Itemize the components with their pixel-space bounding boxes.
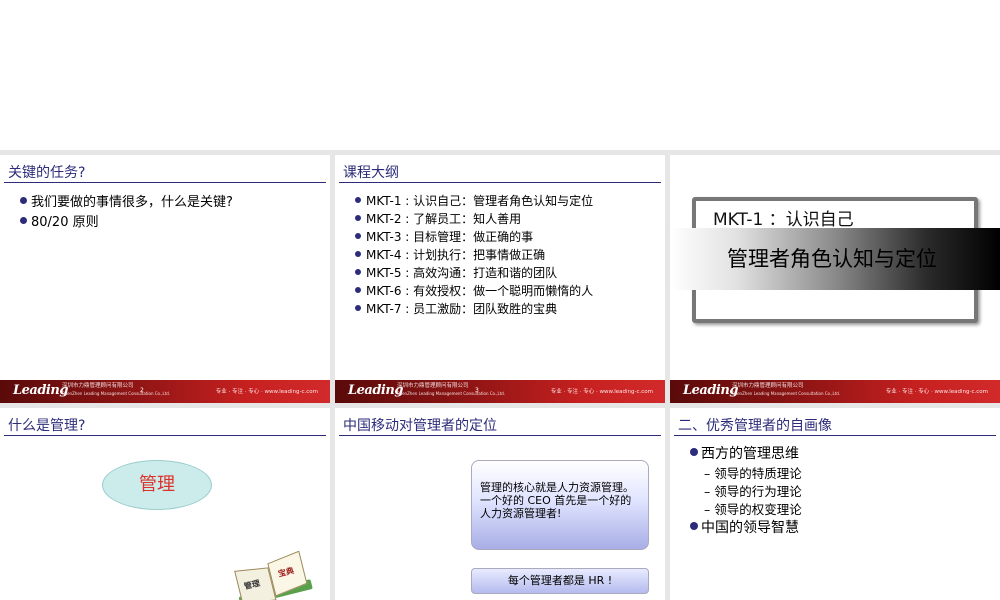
slide-thumbnail-3[interactable]: 课程大纲 MKT-1 : 认识自己：管理者角色认知与定位 MKT-2 : 了解员… [335,155,665,403]
bullet-dot-icon [355,215,361,221]
bullet-list: 西方的管理思维 [690,445,799,464]
management-ellipse: 管理 [102,460,212,510]
bullet-item: 西方的管理思维 [690,445,799,464]
footer-slogan: 专业 · 专注 · 专心 · www.leading-c.com [215,389,318,395]
module-headline: 管理者角色认知与定位 [727,247,937,271]
bullet-dot-icon [355,251,361,257]
bullet-dot-icon [355,233,361,239]
title-underline [4,182,326,183]
outline-item: MKT-5 : 高效沟通：打造和谐的团队 [355,264,593,282]
slide-title: 二、优秀管理者的自画像 [678,418,832,434]
slide-title: 课程大纲 [343,165,399,181]
leading-logo: Leading [13,383,68,398]
bullet-dot-icon [690,522,698,530]
slide-thumbnail-2[interactable]: 关键的任务? 我们要做的事情很多，什么是关键? 80/20 原则 Leading… [0,155,330,403]
slide-title: 中国移动对管理者的定位 [343,418,497,434]
sub-bullet-list: – 领导的特质理论 – 领导的行为理论 – 领导的权变理论 [704,465,802,519]
slide-title: 关键的任务? [8,165,86,181]
slide-thumbnail-5[interactable]: 什么是管理? 管理 管理 宝典 [0,408,330,600]
leading-logo: Leading [683,383,738,398]
slide-thumbnail-4[interactable]: MKT-1 ：认识自己 管理者角色认知与定位 Leading 深圳市力鼎管理顾问… [670,155,1000,403]
bullet-dot-icon [355,197,361,203]
book-icon: 管理 宝典 [233,550,314,600]
outline-item: MKT-7 : 员工激励：团队致胜的宝典 [355,300,593,318]
bullet-dot-icon [20,217,27,224]
company-name: 深圳市力鼎管理顾问有限公司 ShenZhen Leading Management… [732,383,841,396]
bullet-item: 80/20 原则 [20,213,233,233]
title-underline [674,435,996,436]
quote-box: 管理的核心就是人力资源管理。一个好的 CEO 首先是一个好的人力资源管理者! [471,460,649,550]
bullet-list: 我们要做的事情很多，什么是关键? 80/20 原则 [20,193,233,233]
sub-bullet-item: – 领导的特质理论 [704,466,802,481]
company-name: 深圳市力鼎管理顾问有限公司 ShenZhen Leading Management… [62,383,171,396]
title-underline [339,182,661,183]
sub-bullet-item: – 领导的行为理论 [704,484,802,499]
slide-footer: Leading 深圳市力鼎管理顾问有限公司 ShenZhen Leading Ma… [0,380,330,403]
quote-text: 管理的核心就是人力资源管理。一个好的 CEO 首先是一个好的人力资源管理者! [480,481,634,520]
slide-thumbnail-7[interactable]: 二、优秀管理者的自画像 西方的管理思维 – 领导的特质理论 – 领导的行为理论 … [670,408,1000,600]
page-number: 3 [475,387,479,394]
company-name: 深圳市力鼎管理顾问有限公司 ShenZhen Leading Management… [397,383,506,396]
outline-item: MKT-2 : 了解员工：知人善用 [355,210,593,228]
bullet-item: 中国的领导智慧 [690,519,799,538]
bullet-dot-icon [355,269,361,275]
bullet-dot-icon [690,448,698,456]
slide-thumbnail-6[interactable]: 中国移动对管理者的定位 管理的核心就是人力资源管理。一个好的 CEO 首先是一个… [335,408,665,600]
sub-bullet-item: – 领导的权变理论 [704,502,802,517]
outline-item: MKT-3 : 目标管理：做正确的事 [355,228,593,246]
footer-slogan: 专业 · 专注 · 专心 · www.leading-c.com [885,389,988,395]
outline-item: MKT-1 : 认识自己：管理者角色认知与定位 [355,192,593,210]
bullet-list: 中国的领导智慧 [690,519,799,538]
outline-item: MKT-4 : 计划执行：把事情做正确 [355,246,593,264]
title-underline [339,435,661,436]
module-kicker: MKT-1 ：认识自己 [713,210,854,230]
course-outline-list: MKT-1 : 认识自己：管理者角色认知与定位 MKT-2 : 了解员工：知人善… [355,192,593,318]
slide-footer: Leading 深圳市力鼎管理顾问有限公司 ShenZhen Leading Ma… [670,380,1000,403]
leading-logo: Leading [348,383,403,398]
bullet-dot-icon [355,305,361,311]
bullet-dot-icon [20,197,27,204]
bullet-dot-icon [355,287,361,293]
hr-callout-box: 每个管理者都是 HR ! [471,568,649,594]
title-underline [4,435,326,436]
slide-title: 什么是管理? [8,418,86,434]
outline-item: MKT-6 : 有效授权：做一个聪明而懒惰的人 [355,282,593,300]
footer-slogan: 专业 · 专注 · 专心 · www.leading-c.com [550,389,653,395]
bullet-item: 我们要做的事情很多，什么是关键? [20,193,233,213]
page-number: 2 [140,387,144,394]
slide-footer: Leading 深圳市力鼎管理顾问有限公司 ShenZhen Leading Ma… [335,380,665,403]
